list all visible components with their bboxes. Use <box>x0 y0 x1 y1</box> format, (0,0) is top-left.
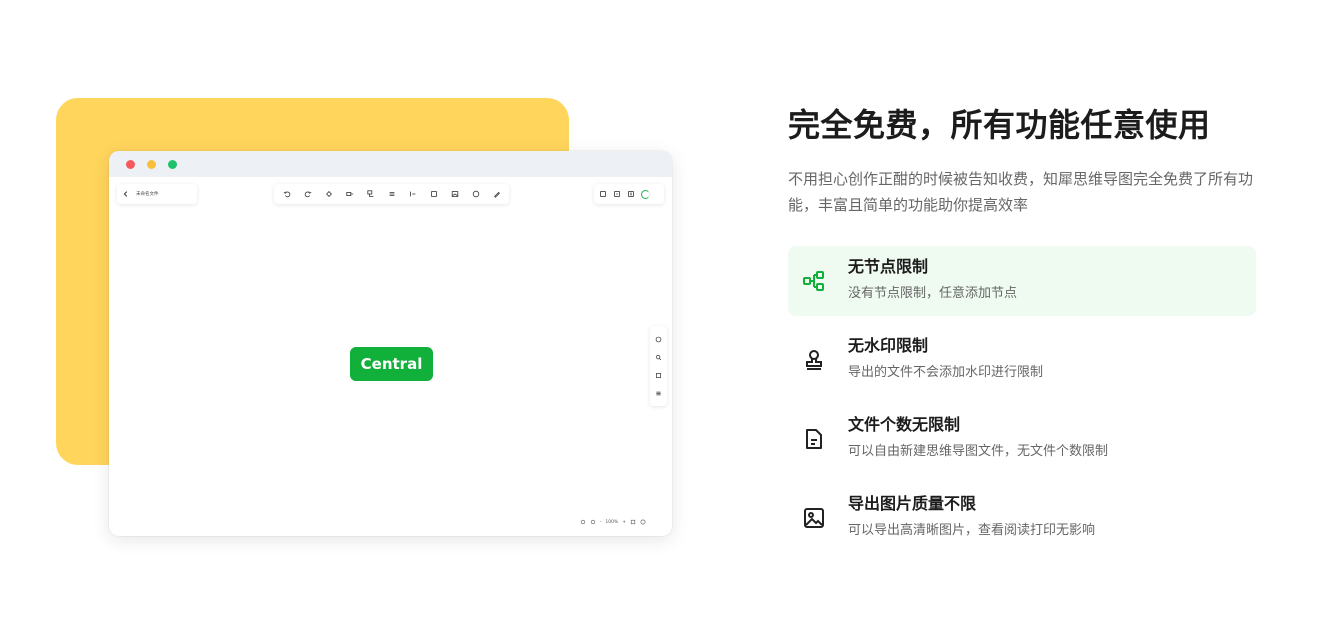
node-tree-icon <box>788 246 840 316</box>
section-subtitle: 不用担心创作正酣的时候被告知收费，知犀思维导图完全免费了所有功能，丰富且简单的功… <box>788 170 1254 214</box>
mockup-right-toolbar <box>594 184 664 204</box>
central-topic-node: Central <box>350 347 433 381</box>
help-icon <box>640 519 646 525</box>
menu-icon <box>655 389 663 397</box>
export-icon <box>613 190 621 198</box>
share-icon <box>627 190 635 198</box>
feature-item-no-node-limit[interactable]: 无节点限制 没有节点限制，任意添加节点 <box>788 246 1256 316</box>
locate-icon <box>590 519 595 525</box>
stamp-icon <box>788 325 840 395</box>
relation-icon <box>409 190 417 198</box>
mockup-status-bar: - 100% + <box>580 517 646 527</box>
page: 未命名文件 Central - 100% + 完全免费，所有功能任意使用 不用担… <box>0 0 1318 641</box>
mindmap-app-mockup: 未命名文件 Central - 100% + <box>109 151 672 536</box>
pen-icon <box>493 190 501 198</box>
window-maximize-dot <box>168 159 177 169</box>
feature-item-unlimited-files[interactable]: 文件个数无限制 可以自由新建思维导图文件，无文件个数限制 <box>788 404 1256 474</box>
theme-icon <box>655 335 663 343</box>
progress-icon <box>641 189 650 199</box>
feature-title: 文件个数无限制 <box>848 415 961 434</box>
emoji-icon <box>472 190 480 198</box>
feature-desc: 可以导出高清晰图片，查看阅读打印无影响 <box>848 523 1096 538</box>
feature-title: 无水印限制 <box>848 336 929 355</box>
feature-item-no-watermark[interactable]: 无水印限制 导出的文件不会添加水印进行限制 <box>788 325 1256 395</box>
frame-icon <box>430 190 438 198</box>
zoom-out-label: - <box>599 519 602 525</box>
image-icon <box>788 483 840 553</box>
subnode-icon <box>366 190 375 198</box>
feature-desc: 没有节点限制，任意添加节点 <box>848 286 1018 301</box>
mockup-file-name: 未命名文件 <box>136 192 159 197</box>
image-icon <box>451 190 459 198</box>
feature-title: 无节点限制 <box>848 257 929 276</box>
feature-desc: 可以自由新建思维导图文件，无文件个数限制 <box>848 444 1109 459</box>
summary-icon <box>388 190 396 198</box>
redo-icon <box>304 190 312 198</box>
back-arrow-icon <box>122 190 130 198</box>
feature-desc: 导出的文件不会添加水印进行限制 <box>848 365 1044 380</box>
mockup-toolbar-row: 未命名文件 <box>109 184 672 204</box>
window-close-dot <box>126 159 135 169</box>
zoom-level: 100% <box>605 519 619 525</box>
undo-icon <box>283 190 291 198</box>
paint-icon <box>325 190 333 198</box>
hand-icon <box>580 519 585 525</box>
mockup-side-tools <box>650 326 667 406</box>
zoom-in-label: + <box>622 519 626 525</box>
window-minimize-dot <box>147 159 156 169</box>
feature-title: 导出图片质量不限 <box>848 494 977 513</box>
node-icon <box>345 190 354 198</box>
mockup-main-toolbar <box>274 184 509 204</box>
search-icon <box>655 353 663 361</box>
feature-item-image-quality[interactable]: 导出图片质量不限 可以导出高清晰图片，查看阅读打印无影响 <box>788 483 1256 553</box>
fullscreen-icon <box>630 519 636 525</box>
save-icon <box>599 190 607 198</box>
outline-icon <box>655 371 663 379</box>
section-heading: 完全免费，所有功能任意使用 <box>788 106 1211 144</box>
mockup-breadcrumb: 未命名文件 <box>117 184 197 204</box>
document-icon <box>788 404 840 474</box>
window-titlebar <box>109 151 672 177</box>
